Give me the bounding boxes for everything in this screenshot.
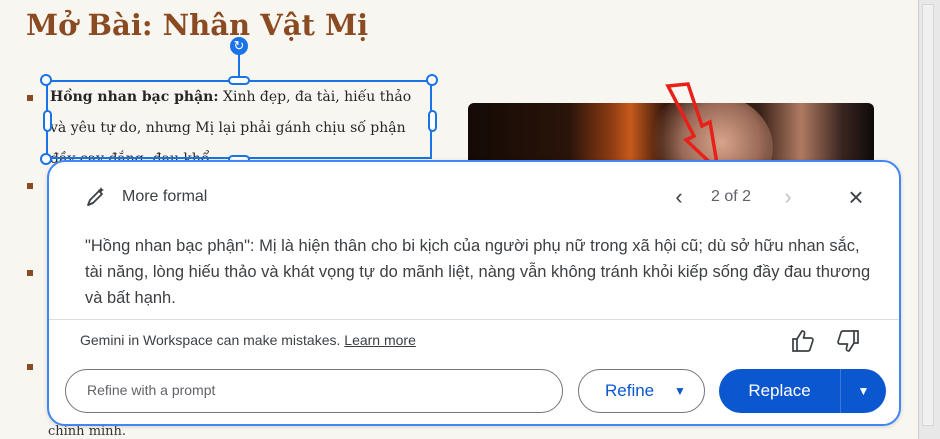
close-icon[interactable]: × [843,182,869,212]
replace-button[interactable]: Replace [719,369,840,413]
slide-title[interactable]: Mở Bài: Nhân Vật Mị [26,8,368,42]
suggestion-text: "Hồng nhan bạc phận": Mị là hiện thân ch… [85,237,871,307]
bullet-marker [27,270,33,276]
resize-handle-top-left[interactable] [40,74,52,86]
thumbs-down-icon[interactable] [835,328,861,354]
refine-prompt-input[interactable]: Refine with a prompt [65,369,563,413]
resize-handle-top-right[interactable] [426,74,438,86]
thumbs-up-icon[interactable] [790,328,816,354]
pen-sparkle-icon [87,187,104,206]
refine-label: Refine [605,381,655,400]
replace-button-group: Replace ▼ [719,369,886,413]
slide-text: chính mình. [48,424,127,439]
caret-down-icon: ▼ [674,384,686,398]
scrollbar-thumb[interactable] [922,4,934,426]
disclaimer-text: Gemini in Workspace can make mistakes. [80,332,341,348]
panel-divider [49,319,899,320]
replace-options-caret-icon[interactable]: ▼ [841,369,886,413]
panel-header: More formal ‹ 2 of 2 › × [49,162,899,234]
learn-more-link[interactable]: Learn more [344,332,416,348]
resize-handle-left[interactable] [43,110,52,132]
selection-frame [46,80,432,159]
resize-handle-top[interactable] [228,76,250,85]
resize-handle-right[interactable] [428,110,437,132]
gemini-refine-panel: More formal ‹ 2 of 2 › × "Hồng nhan bạc … [47,160,901,426]
mode-label: More formal [122,188,208,205]
chevron-right-icon[interactable]: › [776,184,800,210]
bullet-marker [27,364,33,370]
suggestion-counter: 2 of 2 [711,188,752,205]
disclaimer: Gemini in Workspace can make mistakes. L… [80,332,416,348]
bullet-marker [27,95,33,101]
bullet-marker [27,183,33,189]
chevron-left-icon[interactable]: ‹ [667,184,691,210]
refine-button[interactable]: Refine ▼ [578,369,705,413]
rotate-handle-icon[interactable]: ↻ [230,37,248,55]
